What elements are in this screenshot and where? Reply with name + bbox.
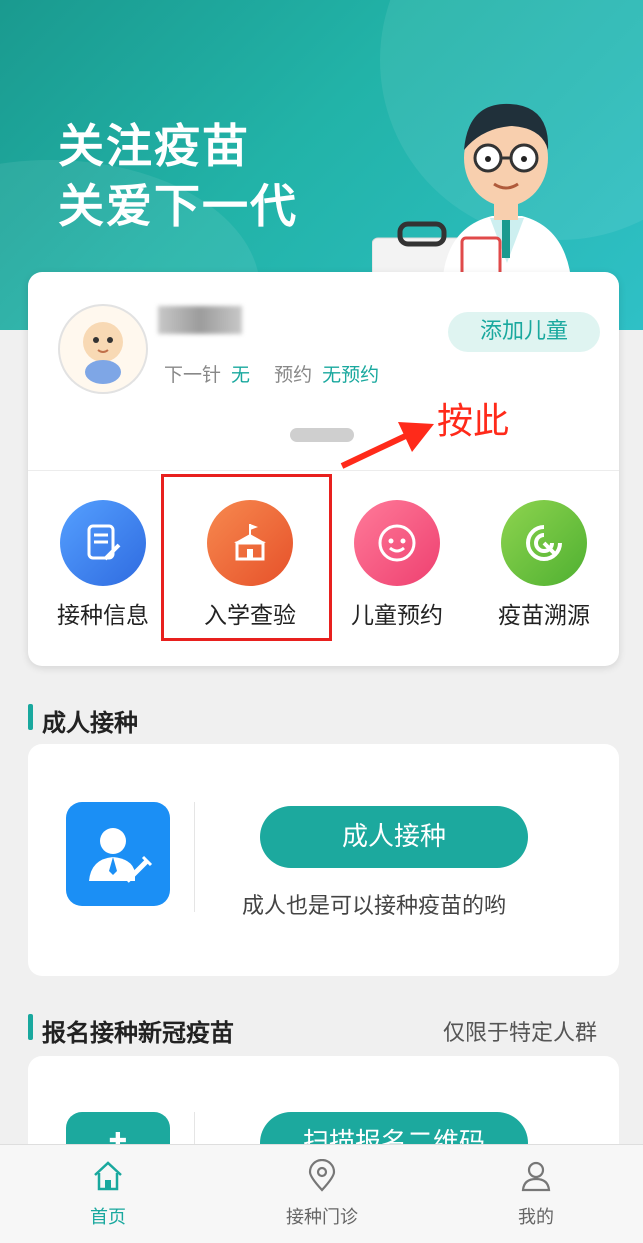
bottom-tab-bar: 首页 接种门诊 我的: [0, 1144, 643, 1243]
annotation-highlight-box: [161, 474, 332, 641]
annotation-text: 按此: [437, 401, 510, 442]
hero-title: 关注疫苗 关爱下一代: [58, 116, 298, 236]
child-avatar[interactable]: [58, 304, 148, 394]
tab-clinic[interactable]: 接种门诊: [242, 1158, 402, 1229]
location-pin-icon: [308, 1158, 336, 1192]
appointment-label: 预约: [274, 364, 313, 386]
adult-vaccination-desc: 成人也是可以接种疫苗的哟: [242, 894, 507, 919]
section-bar: [28, 1014, 33, 1040]
home-icon: [94, 1161, 122, 1191]
section-title-adult: 成人接种: [42, 709, 138, 737]
hero-title-line-2: 关爱下一代: [58, 179, 298, 233]
baby-avatar-icon: [67, 316, 139, 388]
tab-label: 首页: [90, 1207, 126, 1228]
section-title-covid: 报名接种新冠疫苗: [42, 1019, 234, 1047]
menu-label: 接种信息: [57, 603, 149, 629]
tab-label: 接种门诊: [286, 1207, 358, 1228]
annotation-arrow-icon: [340, 422, 434, 469]
tab-mine[interactable]: 我的: [456, 1159, 616, 1229]
user-icon: [521, 1161, 551, 1192]
menu-label: 疫苗溯源: [498, 603, 590, 629]
adult-vaccine-icon[interactable]: [66, 802, 170, 906]
section-bar: [28, 704, 33, 730]
tab-home[interactable]: 首页: [28, 1159, 188, 1229]
section-note-covid: 仅限于特定人群: [443, 1021, 598, 1046]
menu-label: 儿童预约: [351, 603, 443, 629]
child-meta: 下一针无 预约 无预约: [164, 360, 389, 387]
trace-icon: [501, 500, 587, 586]
menu-vaccination-info[interactable]: 接种信息: [38, 500, 168, 630]
child-name-blurred: [158, 306, 242, 334]
next-dose-label: 下一针: [164, 364, 222, 386]
appointment-value: 无预约: [322, 364, 380, 386]
card-divider: [28, 470, 619, 471]
vertical-divider: [194, 802, 195, 912]
add-child-button[interactable]: 添加儿童: [448, 312, 600, 352]
doctor-illustration: [372, 103, 572, 288]
document-edit-icon: [60, 500, 146, 586]
menu-vaccine-trace[interactable]: 疫苗溯源: [479, 500, 609, 630]
adult-vaccination-button[interactable]: 成人接种: [260, 806, 528, 868]
tab-label: 我的: [518, 1207, 554, 1228]
hero-title-line-1: 关注疫苗: [58, 119, 250, 173]
adult-vaccination-card: 成人接种 成人也是可以接种疫苗的哟: [28, 744, 619, 976]
baby-face-icon: [354, 500, 440, 586]
menu-child-appointment[interactable]: 儿童预约: [332, 500, 462, 630]
next-dose-value: 无: [231, 364, 251, 386]
